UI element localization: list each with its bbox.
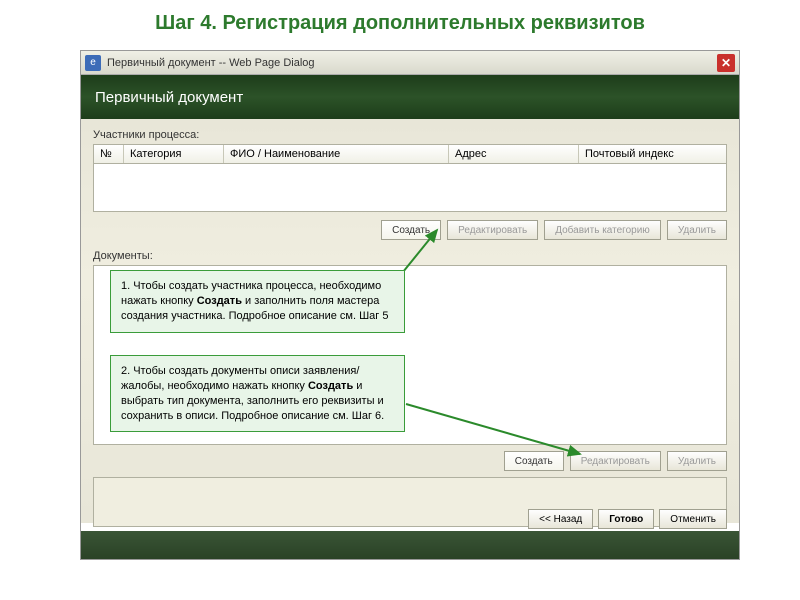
- col-category[interactable]: Категория: [124, 145, 224, 163]
- documents-buttons: Создать Редактировать Удалить: [93, 451, 727, 471]
- callout-1-bold: Создать: [197, 295, 242, 307]
- delete-participant-button[interactable]: Удалить: [667, 220, 727, 240]
- col-no[interactable]: №: [94, 145, 124, 163]
- slide-title: Шаг 4. Регистрация дополнительных реквиз…: [0, 0, 800, 43]
- edit-document-button[interactable]: Редактировать: [570, 451, 661, 471]
- participants-table-body[interactable]: [93, 164, 727, 212]
- window-title: Первичный документ -- Web Page Dialog: [107, 57, 717, 69]
- col-fio[interactable]: ФИО / Наименование: [224, 145, 449, 163]
- participants-buttons: Создать Редактировать Добавить категорию…: [93, 220, 727, 240]
- titlebar: e Первичный документ -- Web Page Dialog …: [81, 51, 739, 75]
- close-icon[interactable]: ✕: [717, 54, 735, 72]
- callout-1: 1. Чтобы создать участника процесса, нео…: [110, 270, 405, 333]
- create-participant-button[interactable]: Создать: [381, 220, 441, 240]
- create-document-button[interactable]: Создать: [504, 451, 564, 471]
- edit-participant-button[interactable]: Редактировать: [447, 220, 538, 240]
- page-icon: e: [85, 55, 101, 71]
- cancel-button[interactable]: Отменить: [659, 509, 727, 529]
- footer-buttons: << Назад Готово Отменить: [528, 509, 727, 529]
- ready-button[interactable]: Готово: [598, 509, 654, 529]
- callout-2: 2. Чтобы создать документы описи заявлен…: [110, 355, 405, 432]
- add-category-button[interactable]: Добавить категорию: [544, 220, 661, 240]
- delete-document-button[interactable]: Удалить: [667, 451, 727, 471]
- banner-title: Первичный документ: [95, 89, 243, 106]
- footer-band: [81, 531, 739, 559]
- col-index[interactable]: Почтовый индекс: [579, 145, 726, 163]
- col-address[interactable]: Адрес: [449, 145, 579, 163]
- back-button[interactable]: << Назад: [528, 509, 593, 529]
- banner: Первичный документ: [81, 75, 739, 119]
- participants-label: Участники процесса:: [93, 129, 727, 141]
- participants-table-header: № Категория ФИО / Наименование Адрес Поч…: [93, 144, 727, 164]
- callout-2-bold: Создать: [308, 380, 353, 392]
- documents-label: Документы:: [93, 250, 727, 262]
